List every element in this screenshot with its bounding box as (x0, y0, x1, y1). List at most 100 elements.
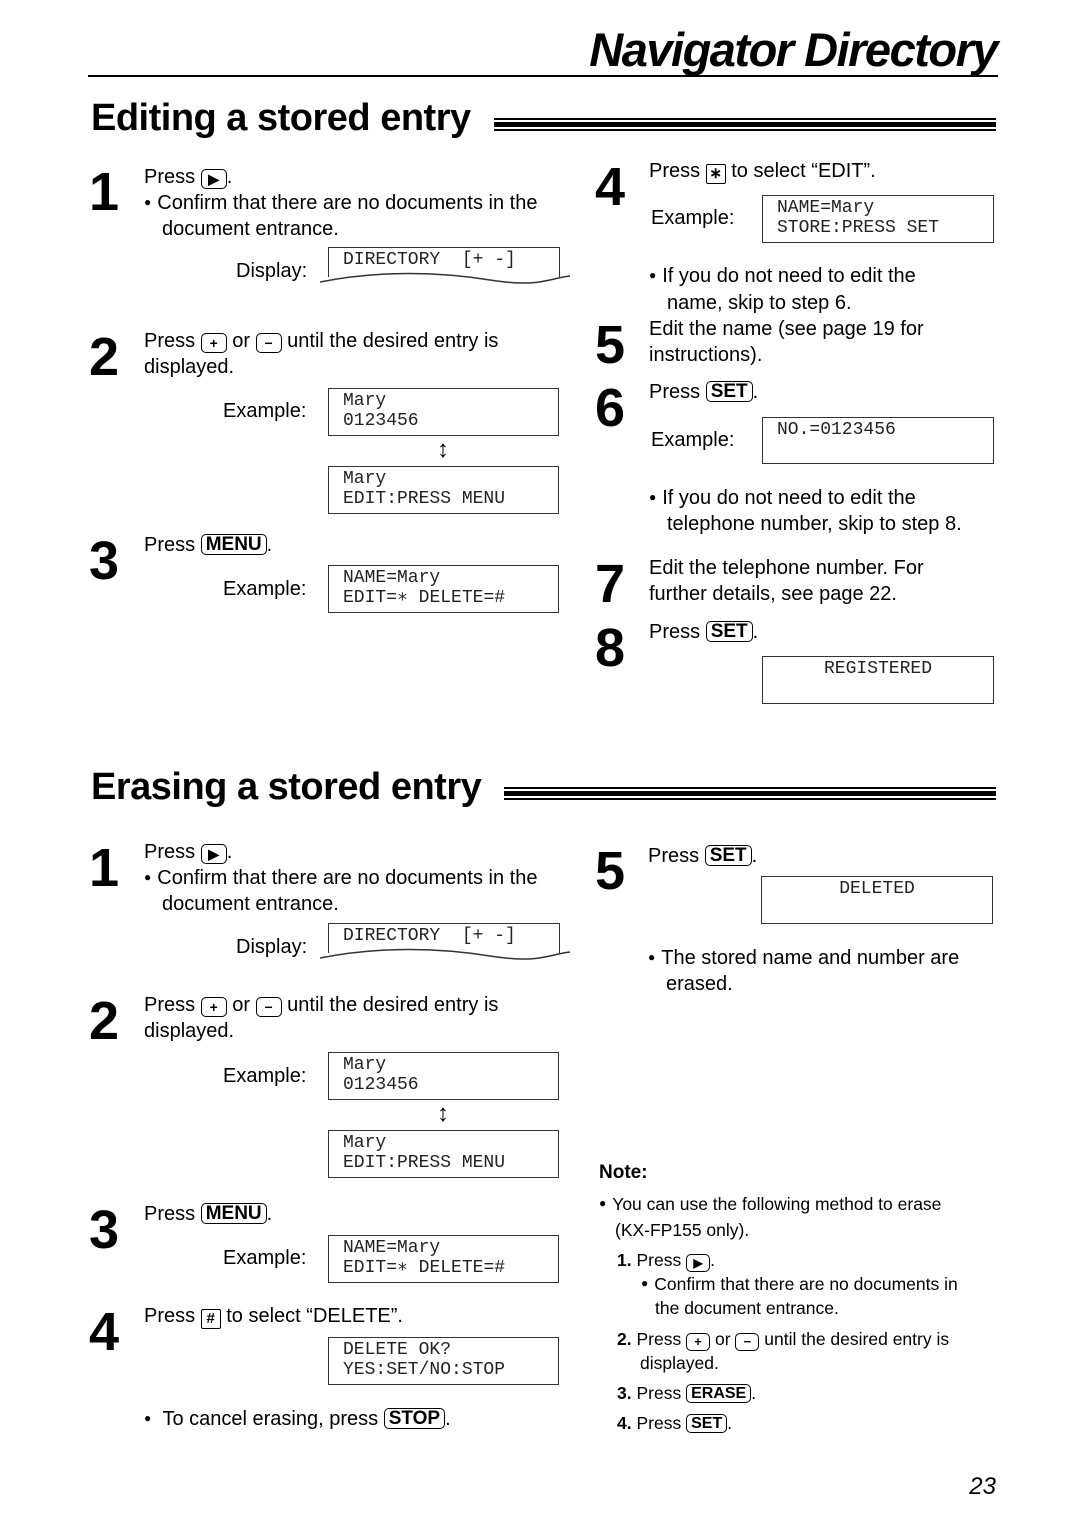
minus-key-icon: − (735, 1333, 760, 1351)
period: . (266, 534, 273, 556)
header-rule (88, 75, 998, 77)
note-sub-bullet-cont: the document entrance. (655, 1298, 839, 1318)
period: . (226, 841, 233, 863)
note-item-3: 3. Press ERASE. (617, 1381, 756, 1405)
step-1-instruction: Press ▶. (144, 164, 232, 190)
period: . (751, 1383, 757, 1403)
step-6-instruction: Press SET. (649, 379, 758, 405)
instruction-rest: until the desired entry is (287, 330, 499, 352)
set-key: SET (705, 381, 753, 402)
step-5-instruction: Press SET. (648, 843, 757, 869)
bullet-text: Confirm that there are no documents in t… (144, 865, 537, 893)
note-bullet-cont: (KX-FP155 only). (615, 1220, 750, 1240)
page-number: 23 (969, 1473, 996, 1500)
star-key-icon: ∗ (705, 164, 726, 184)
page-header-title: Navigator Directory (589, 23, 998, 76)
menu-key: MENU (200, 1203, 267, 1224)
lcd-line: EDIT:PRESS MENU (343, 489, 506, 509)
press-label: Press (636, 1383, 682, 1403)
step-2-instruction: Press + or − until the desired entry is (144, 992, 498, 1018)
bullet-text: If you do not need to edit the (649, 485, 916, 513)
lcd-display: NAME=Mary EDIT=∗ DELETE=# (328, 1235, 559, 1283)
play-key-icon: ▶ (200, 169, 227, 189)
lcd-line: STORE:PRESS SET (777, 218, 940, 238)
bullet-text-cont: erased. (666, 973, 733, 995)
period: . (710, 1250, 715, 1270)
section-rule (504, 787, 996, 801)
lcd-display: Mary 0123456 (328, 1052, 559, 1100)
example-label: Example: (223, 400, 307, 422)
note-item-num: 1. (617, 1250, 632, 1270)
press-label: Press (649, 160, 701, 182)
press-label: Press (649, 381, 701, 403)
lcd-display: NO.=0123456 (762, 417, 994, 464)
press-label: Press (144, 166, 196, 188)
minus-key-icon: − (255, 333, 282, 353)
set-key: SET (686, 1414, 728, 1433)
lcd-line: Mary (343, 391, 387, 411)
step-4-instruction: Press ∗ to select “EDIT”. (649, 158, 876, 184)
or-label: or (232, 330, 251, 352)
bullet-text-cont: telephone number, skip to step 8. (667, 513, 962, 535)
lcd-line: Mary (343, 1055, 387, 1075)
bullet-text: Confirm that there are no documents in t… (144, 190, 537, 218)
lcd-display: NAME=Mary STORE:PRESS SET (762, 195, 994, 243)
editing-section-title: Editing a stored entry (91, 97, 471, 139)
plus-key-icon: + (200, 333, 227, 353)
step-3-instruction: Press MENU. (144, 532, 272, 558)
display-label: Display: (236, 260, 308, 282)
or-label: or (232, 994, 251, 1016)
lcd-wave-edge (320, 272, 571, 284)
lcd-wave-edge (320, 948, 571, 960)
press-label: Press (636, 1250, 682, 1270)
note-heading: Note: (599, 1162, 648, 1183)
lcd-line: NAME=Mary (777, 198, 875, 218)
example-label: Example: (651, 207, 735, 229)
set-key: SET (705, 621, 753, 642)
bullet-text-cont: document entrance. (162, 218, 339, 240)
or-label: or (714, 1329, 731, 1349)
lcd-display: Mary EDIT:PRESS MENU (328, 1130, 559, 1178)
lcd-line: 0123456 (343, 411, 419, 431)
step-number: 8 (594, 618, 626, 678)
press-label: Press (636, 1329, 682, 1349)
note-item-1: 1. Press ▶. (617, 1248, 715, 1272)
lcd-display: DELETE OK? YES:SET/NO:STOP (328, 1337, 559, 1385)
step-7-instruction-cont: further details, see page 22. (649, 583, 897, 605)
step-5-instruction-cont: instructions). (649, 344, 763, 366)
period: . (727, 1413, 733, 1433)
erasing-section-title: Erasing a stored entry (91, 766, 482, 808)
updown-arrow-icon: ↕ (437, 1100, 449, 1127)
display-label: Display: (236, 936, 308, 958)
period: . (752, 621, 759, 643)
step-1-instruction: Press ▶. (144, 839, 232, 865)
bullet-text: If you do not need to edit the (649, 263, 916, 291)
minus-key-icon: − (255, 997, 282, 1017)
period: . (445, 1408, 451, 1430)
lcd-display: DELETED (761, 876, 993, 924)
step-number: 3 (88, 1200, 120, 1260)
note-item-4: 4. Press SET. (617, 1411, 732, 1435)
step-number: 6 (594, 378, 626, 438)
note-item-2-cont: displayed. (640, 1353, 719, 1373)
bullet-text: To cancel erasing, press STOP. (144, 1406, 451, 1434)
instruction-rest: until the desired entry is (287, 994, 499, 1016)
step-number: 5 (594, 841, 626, 901)
lcd-line: EDIT=∗ DELETE=# (343, 588, 506, 608)
section-rule (494, 118, 996, 132)
bullet-text: The stored name and number are (648, 945, 959, 973)
lcd-display: Mary 0123456 (328, 388, 559, 436)
lcd-line: EDIT=∗ DELETE=# (343, 1258, 506, 1278)
lcd-line: Mary (343, 469, 387, 489)
lcd-line: Mary (343, 1133, 387, 1153)
example-label: Example: (223, 1247, 307, 1269)
lcd-line: 0123456 (343, 1075, 419, 1095)
note-item-num: 2. (617, 1329, 632, 1349)
step-number: 4 (88, 1302, 120, 1362)
step-4-instruction: Press # to select “DELETE”. (144, 1303, 403, 1329)
instruction-rest: to select “EDIT”. (731, 160, 876, 182)
press-label: Press (636, 1413, 682, 1433)
lcd-line: NAME=Mary (343, 1238, 441, 1258)
note-sub-bullet: Confirm that there are no documents in (641, 1272, 958, 1298)
period: . (752, 381, 759, 403)
